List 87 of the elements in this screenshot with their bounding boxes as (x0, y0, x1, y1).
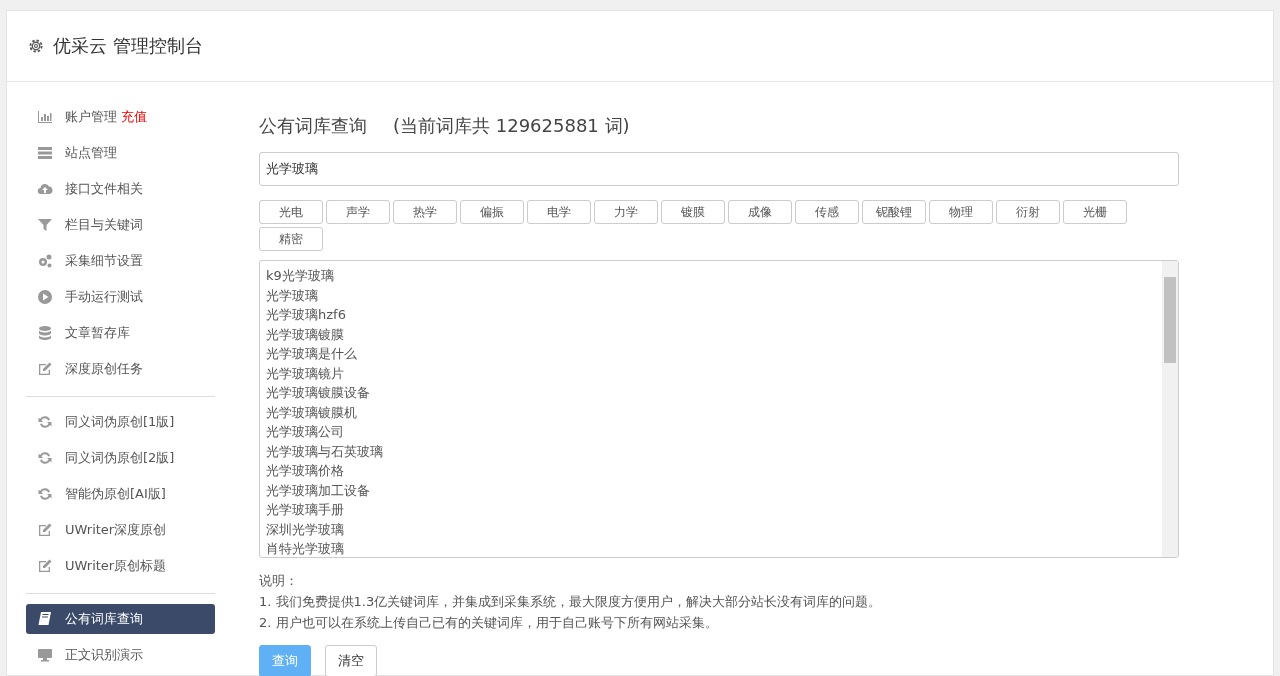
results-list[interactable]: k9光学玻璃 光学玻璃 光学玻璃hzf6 光学玻璃镀膜 光学玻璃是什么 光学玻璃镜片 光学玻璃镀膜设备 光学玻璃镀膜机 光学玻璃公司 光学玻璃与石英玻璃 光学玻璃价格 光学玻璃加工设备 光学玻璃手册 深圳光学玻璃 肖特光学玻璃 (259, 260, 1179, 558)
tag-button[interactable]: 精密 (259, 227, 323, 251)
sidebar-item-label: UWriter原创标题 (65, 557, 167, 575)
page-title: 公有词库查询 (259, 114, 367, 138)
edit-icon (37, 361, 53, 377)
tag-button[interactable]: 光电 (259, 200, 323, 224)
sidebar-item[interactable]: UWriter原创标题 (26, 551, 215, 581)
sidebar-item[interactable]: 站点管理 (26, 138, 215, 168)
sidebar-item-label: 采集细节设置 (65, 252, 143, 270)
result-item[interactable]: 光学玻璃公司 (266, 422, 344, 442)
note-text: 2. 用户也可以在系统上传自己已有的关键词库，用于自己账号下所有网站采集。 (259, 614, 719, 632)
sidebar-item[interactable]: 同义词伪原创[1版] (26, 407, 215, 437)
tag-button[interactable]: 热学 (393, 200, 457, 224)
result-item[interactable]: k9光学玻璃 (266, 266, 334, 286)
result-item[interactable]: 光学玻璃 (266, 285, 318, 305)
tag-button[interactable]: 光栅 (1063, 200, 1127, 224)
result-item[interactable]: 光学玻璃加工设备 (266, 480, 370, 500)
tag-button[interactable]: 传感 (795, 200, 859, 224)
sidebar-item-label: 账户管理 (65, 108, 117, 126)
scrollbar[interactable] (1162, 261, 1178, 557)
refresh-icon (37, 450, 53, 466)
book-icon (37, 611, 53, 627)
tag-button[interactable]: 铌酸锂 (862, 200, 926, 224)
result-item[interactable]: 光学玻璃镀膜机 (266, 402, 357, 422)
console-title: 优采云 管理控制台 (53, 34, 203, 58)
sidebar-item-label: 文章暂存库 (65, 324, 130, 342)
edit-icon (37, 558, 53, 574)
sidebar-item[interactable]: 智能伪原创[AI版] (26, 479, 215, 509)
sidebar-item-label: 同义词伪原创[1版] (65, 413, 175, 431)
sidebar-item-label: 智能伪原创[AI版] (65, 485, 166, 503)
sidebar-item-label: 深度原创任务 (65, 360, 143, 378)
result-item[interactable]: 光学玻璃与石英玻璃 (266, 441, 383, 461)
monitor-icon (37, 647, 53, 663)
server-icon (37, 145, 53, 161)
sidebar-item-label: 正文识别演示 (65, 646, 143, 664)
result-item[interactable]: 光学玻璃手册 (266, 500, 344, 520)
result-item[interactable]: 深圳光学玻璃 (266, 519, 344, 539)
sidebar-item[interactable]: 公有词库查询 (26, 604, 215, 634)
sidebar-item[interactable]: UWriter深度原创 (26, 515, 215, 545)
tag-button[interactable]: 镀膜 (661, 200, 725, 224)
result-item[interactable]: 光学玻璃镜片 (266, 363, 344, 383)
filter-icon (37, 217, 53, 233)
result-item[interactable]: 光学玻璃hzf6 (266, 305, 346, 325)
gears-icon (37, 253, 53, 269)
tag-button[interactable]: 成像 (728, 200, 792, 224)
recharge-link[interactable]: 充值 (121, 108, 147, 126)
cloud-icon (37, 181, 53, 197)
sidebar-item[interactable]: 账户管理 充值 (26, 102, 215, 132)
tag-button[interactable]: 物理 (929, 200, 993, 224)
search-field[interactable]: 光学玻璃 (259, 152, 1179, 186)
database-icon (37, 325, 53, 341)
word-count-note: (当前词库共 129625881 词) (393, 114, 630, 138)
sidebar-item-label: 栏目与关键词 (65, 216, 143, 234)
result-item[interactable]: 光学玻璃是什么 (266, 344, 357, 364)
sidebar-item[interactable]: 正文识别演示 (26, 640, 215, 670)
tag-button[interactable]: 声学 (326, 200, 390, 224)
sidebar-item-label: 接口文件相关 (65, 180, 143, 198)
sidebar-item-label: 公有词库查询 (65, 610, 143, 628)
tag-button[interactable]: 偏振 (460, 200, 524, 224)
refresh-icon (37, 414, 53, 430)
refresh-icon (37, 486, 53, 502)
tag-button[interactable]: 电学 (527, 200, 591, 224)
tag-button[interactable]: 衍射 (996, 200, 1060, 224)
settings-icon (27, 37, 45, 55)
sidebar-item-label: UWriter深度原创 (65, 521, 167, 539)
result-item[interactable]: 肖特光学玻璃 (266, 539, 344, 557)
sidebar-item[interactable]: 栏目与关键词 (26, 210, 215, 240)
result-item[interactable]: 光学玻璃镀膜 (266, 324, 344, 344)
result-item[interactable]: 光学玻璃价格 (266, 461, 344, 481)
scrollbar-thumb[interactable] (1164, 277, 1176, 363)
sidebar-item-label: 同义词伪原创[2版] (65, 449, 175, 467)
sidebar-item[interactable]: 深度原创任务 (26, 354, 215, 384)
sidebar-item-label: 手动运行测试 (65, 288, 143, 306)
sidebar-item[interactable]: 同义词伪原创[2版] (26, 443, 215, 473)
tag-button[interactable]: 力学 (594, 200, 658, 224)
sidebar-item[interactable]: 采集细节设置 (26, 246, 215, 276)
chart-icon (37, 109, 53, 125)
sidebar-item[interactable]: 手动运行测试 (26, 282, 215, 312)
sidebar-item[interactable]: 接口文件相关 (26, 174, 215, 204)
sidebar-item-label: 站点管理 (65, 144, 117, 162)
notes-heading: 说明： (259, 572, 299, 590)
note-text: 1. 我们免费提供1.3亿关键词库，并集成到采集系统，最大限度方便用户，解决大部分站长没有词库的问题。 (259, 593, 883, 611)
play-icon (37, 289, 53, 305)
sidebar-item[interactable]: 文章暂存库 (26, 318, 215, 348)
result-item[interactable]: 光学玻璃镀膜设备 (266, 383, 370, 403)
clear-button[interactable]: 清空 (325, 645, 377, 676)
edit-icon (37, 522, 53, 538)
